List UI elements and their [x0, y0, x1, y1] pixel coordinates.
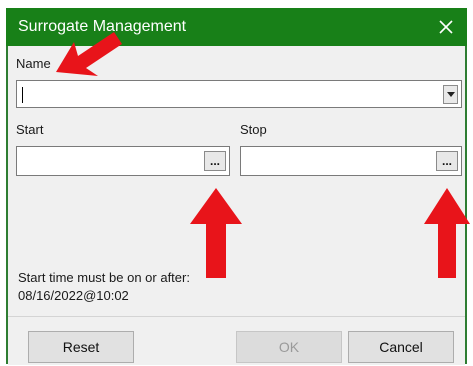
start-browse-button[interactable]: ...: [204, 151, 226, 171]
chevron-down-icon: [446, 92, 455, 97]
text-caret: [22, 87, 23, 103]
name-combobox[interactable]: [16, 80, 462, 108]
reset-button[interactable]: Reset: [28, 331, 134, 363]
button-bar: Reset OK Cancel: [8, 316, 465, 365]
window-title: Surrogate Management: [18, 18, 187, 35]
cancel-button[interactable]: Cancel: [348, 331, 454, 363]
name-dropdown-button[interactable]: [443, 85, 458, 104]
stop-browse-button[interactable]: ...: [436, 151, 458, 171]
close-icon: [439, 20, 453, 34]
name-label: Name: [16, 56, 51, 71]
stop-input[interactable]: [241, 147, 435, 175]
start-label: Start: [16, 122, 44, 137]
stop-label: Stop: [240, 122, 267, 137]
title-bar: Surrogate Management: [6, 8, 467, 46]
close-button[interactable]: [431, 12, 461, 42]
start-time-minimum: 08/16/2022@10:02: [18, 288, 129, 303]
stop-field[interactable]: ...: [240, 146, 462, 176]
start-field[interactable]: ...: [16, 146, 230, 176]
ok-button[interactable]: OK: [236, 331, 342, 363]
start-input[interactable]: [17, 147, 203, 175]
name-input[interactable]: [17, 81, 437, 107]
start-time-note: Start time must be on or after:: [18, 270, 190, 285]
surrogate-management-dialog: Surrogate Management Name Start ... Stop…: [6, 8, 467, 365]
